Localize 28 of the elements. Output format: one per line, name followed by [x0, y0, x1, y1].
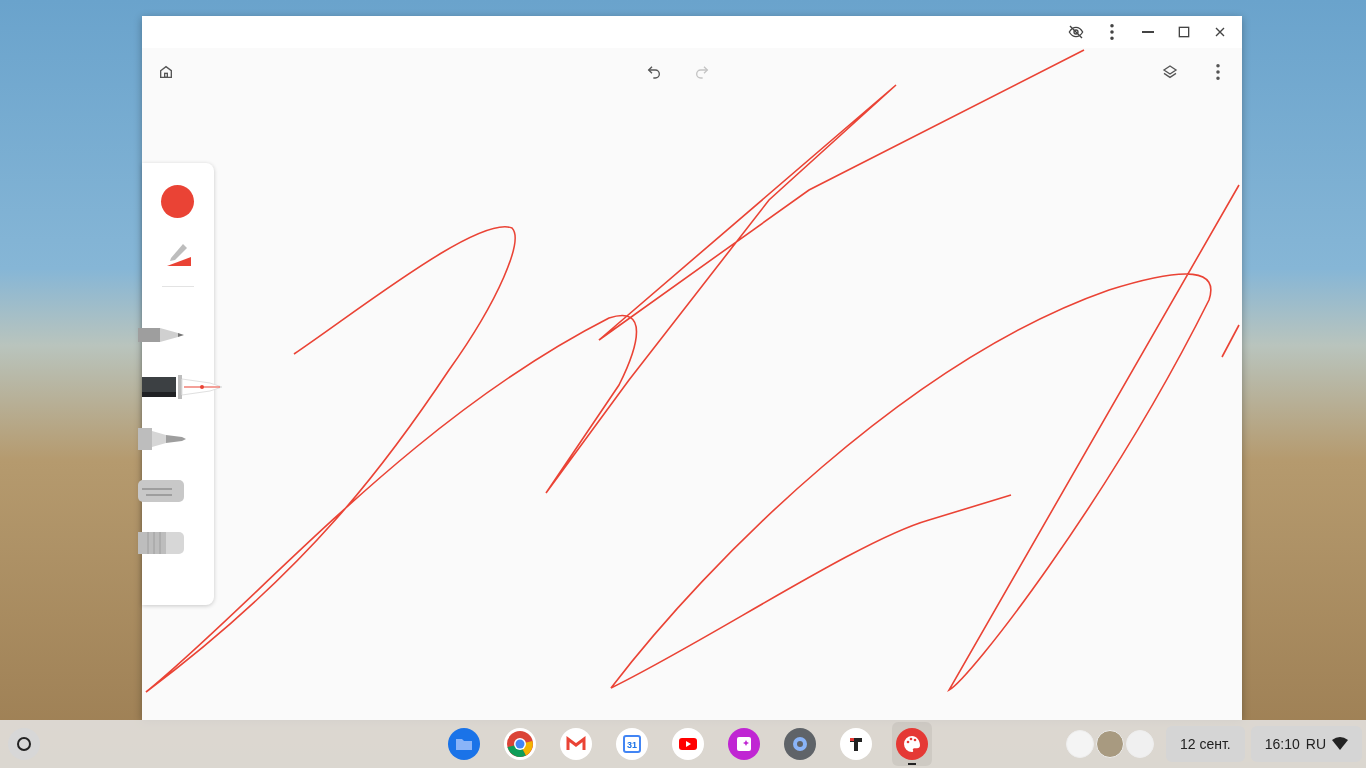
color-swatch[interactable] — [161, 185, 194, 218]
photo-placeholder[interactable] — [1096, 730, 1124, 758]
settings-icon — [784, 728, 816, 760]
wifi-icon — [1332, 737, 1348, 751]
palette-icon — [896, 728, 928, 760]
undo-icon — [645, 64, 662, 80]
calendar-icon: 31 — [616, 728, 648, 760]
date-button[interactable]: 12 сент. — [1166, 726, 1245, 762]
layers-icon — [1161, 64, 1178, 80]
more-icon — [1215, 64, 1220, 80]
status-area-button[interactable]: 16:10 RU — [1250, 726, 1362, 762]
language-text: RU — [1305, 736, 1326, 752]
launcher-icon — [16, 736, 32, 752]
app-button[interactable]: 31 — [612, 722, 652, 766]
text-icon — [840, 728, 872, 760]
mail-icon — [560, 728, 592, 760]
more-icon — [1109, 24, 1114, 40]
launcher-button[interactable] — [8, 728, 40, 760]
eye-off-icon — [1067, 24, 1084, 40]
play-icon — [672, 728, 704, 760]
browser-icon — [504, 728, 536, 760]
folder-icon — [448, 728, 480, 760]
minimize-icon — [1141, 31, 1154, 33]
redo-icon — [693, 64, 710, 80]
running-indicator — [908, 763, 916, 765]
home-icon — [157, 64, 174, 80]
sparkle-icon — [728, 728, 760, 760]
clock-text: 16:10 — [1264, 736, 1300, 752]
